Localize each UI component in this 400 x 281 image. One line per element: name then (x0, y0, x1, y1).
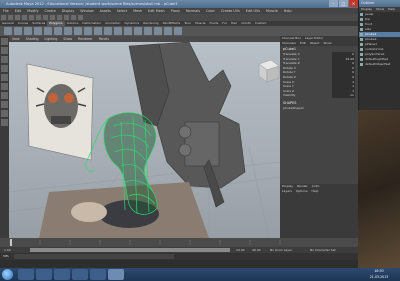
layer-editor: Display Render Anim Layers Options Help (280, 184, 358, 238)
menu-help[interactable]: Help (310, 189, 321, 194)
new-scene-icon[interactable] (1, 15, 6, 20)
node-type-icon (360, 48, 363, 51)
windows-taskbar: 16:30 21-03-2013 (0, 268, 400, 281)
outliner-item-label: side (365, 27, 372, 31)
minimize-button[interactable]: – (329, 0, 338, 7)
snap-grid-icon[interactable] (43, 15, 48, 20)
taskbar-media-icon[interactable] (54, 269, 70, 280)
node-type-icon (360, 13, 363, 16)
menu-show[interactable]: Show (321, 41, 333, 46)
outliner-item-label: defaultObjectSet (365, 62, 391, 66)
render-settings-icon[interactable] (78, 15, 83, 20)
render-icon[interactable] (64, 15, 69, 20)
maximize-button[interactable]: □ (339, 0, 348, 7)
outliner-item-label: nurbsCircle1 (365, 47, 384, 51)
node-type-icon (360, 18, 363, 21)
select-object-icon[interactable] (29, 15, 34, 20)
channel-value[interactable]: on (332, 93, 355, 98)
channel-box-panel: Channel Box Layer Editor Channels Edit O… (280, 36, 358, 238)
node-type-icon (360, 43, 363, 46)
status-line (0, 14, 358, 21)
ipr-render-icon[interactable] (71, 15, 76, 20)
menu-options[interactable]: Options (294, 189, 310, 194)
menu-edit[interactable]: Edit (298, 41, 308, 46)
viewport-scene[interactable] (9, 42, 280, 238)
shape-node[interactable]: pCubeShape1 (280, 106, 358, 111)
lasso-tool-icon[interactable] (1, 47, 8, 54)
help-line (0, 260, 358, 268)
perspective-viewport[interactable] (9, 42, 280, 238)
taskbar-chrome-icon[interactable] (72, 269, 88, 280)
select-tool-icon[interactable] (1, 38, 8, 45)
node-type-icon (360, 53, 363, 56)
close-button[interactable]: ✕ (349, 0, 358, 7)
channel-row[interactable]: Visibility on (280, 93, 358, 98)
open-scene-icon[interactable] (8, 15, 13, 20)
time-slider-ticks (9, 239, 281, 246)
scale-tool-icon[interactable] (1, 83, 8, 90)
snap-curve-icon[interactable] (50, 15, 55, 20)
snap-point-icon[interactable] (57, 15, 62, 20)
time-slider[interactable] (0, 238, 358, 247)
select-component-icon[interactable] (36, 15, 41, 20)
taskbar-ie-icon[interactable] (18, 269, 34, 280)
single-perspective-layout-icon[interactable] (1, 110, 8, 117)
menu-channels[interactable]: Channels (280, 41, 298, 46)
outliner-title: Outliner (359, 0, 400, 7)
node-type-icon (360, 58, 363, 61)
command-line: MEL (0, 253, 358, 260)
manipulator-tool-icon[interactable] (1, 92, 8, 99)
channel-name: Visibility (283, 93, 296, 98)
shelf-icons (0, 26, 358, 36)
window-title: Autodesk Maya 2012 - Educational Version… (6, 2, 178, 6)
rotate-tool-icon[interactable] (1, 74, 8, 81)
outliner-item-label: polySurface1 (365, 52, 385, 56)
node-type-icon (360, 38, 363, 41)
menu-object[interactable]: Object (308, 41, 322, 46)
window-controls: – □ ✕ (328, 0, 358, 8)
channel-list: Translate X 0 Translate Y 15.49 Translate Z0… (280, 52, 358, 98)
maya-title-bar: Autodesk Maya 2012 - Educational Version… (0, 0, 358, 8)
save-scene-icon[interactable] (15, 15, 20, 20)
outliner-item[interactable]: defaultObjectSet (359, 62, 400, 67)
command-language-label[interactable]: MEL (0, 254, 9, 258)
outliner-item-label: pCube2 (365, 37, 377, 41)
range-bar[interactable] (30, 248, 230, 252)
taskbar-explorer-icon[interactable] (36, 269, 52, 280)
taskbar-clock[interactable]: 16:30 21-03-2013 (362, 269, 396, 280)
menu-layers[interactable]: Layers (280, 189, 294, 194)
last-tool-icon[interactable] (1, 101, 8, 108)
current-frame-marker (10, 239, 12, 246)
taskbar-maya-icon[interactable] (108, 269, 124, 280)
outliner-list: persp top front side pCube1 pCube2 pPlane1 nurb… (359, 12, 400, 67)
select-hierarchy-icon[interactable] (22, 15, 27, 20)
view-cube[interactable] (258, 59, 280, 83)
outliner-item-label: pPlane1 (365, 42, 378, 46)
outliner-item-label: top (365, 17, 370, 21)
paint-select-tool-icon[interactable] (1, 56, 8, 63)
layer-menu: Layers Options Help (280, 189, 358, 194)
outliner-item-label: defaultLightSet (365, 57, 388, 61)
command-input[interactable] (14, 254, 174, 259)
move-tool-icon[interactable] (1, 65, 8, 72)
outliner-item-label: pCube1 (365, 32, 377, 36)
node-type-icon (360, 63, 363, 66)
toolbox (0, 36, 9, 236)
desktop-wallpaper (358, 110, 400, 268)
node-type-icon (360, 28, 363, 31)
outliner-item-label: front (365, 22, 373, 26)
outliner-item-label: persp (365, 12, 374, 16)
node-type-icon (360, 23, 363, 26)
clock-date: 21-03-2013 (369, 274, 389, 279)
skull-reference-plane[interactable] (26, 63, 94, 161)
start-button[interactable] (2, 269, 13, 280)
shelf-icon-strip[interactable] (0, 26, 358, 36)
node-type-icon (360, 33, 363, 36)
four-view-layout-icon[interactable] (1, 119, 8, 126)
taskbar-photoshop-icon[interactable] (90, 269, 106, 280)
shape-node-name: pCubeShape1 (283, 105, 304, 110)
maya-window: Autodesk Maya 2012 - Educational Version… (0, 0, 358, 268)
